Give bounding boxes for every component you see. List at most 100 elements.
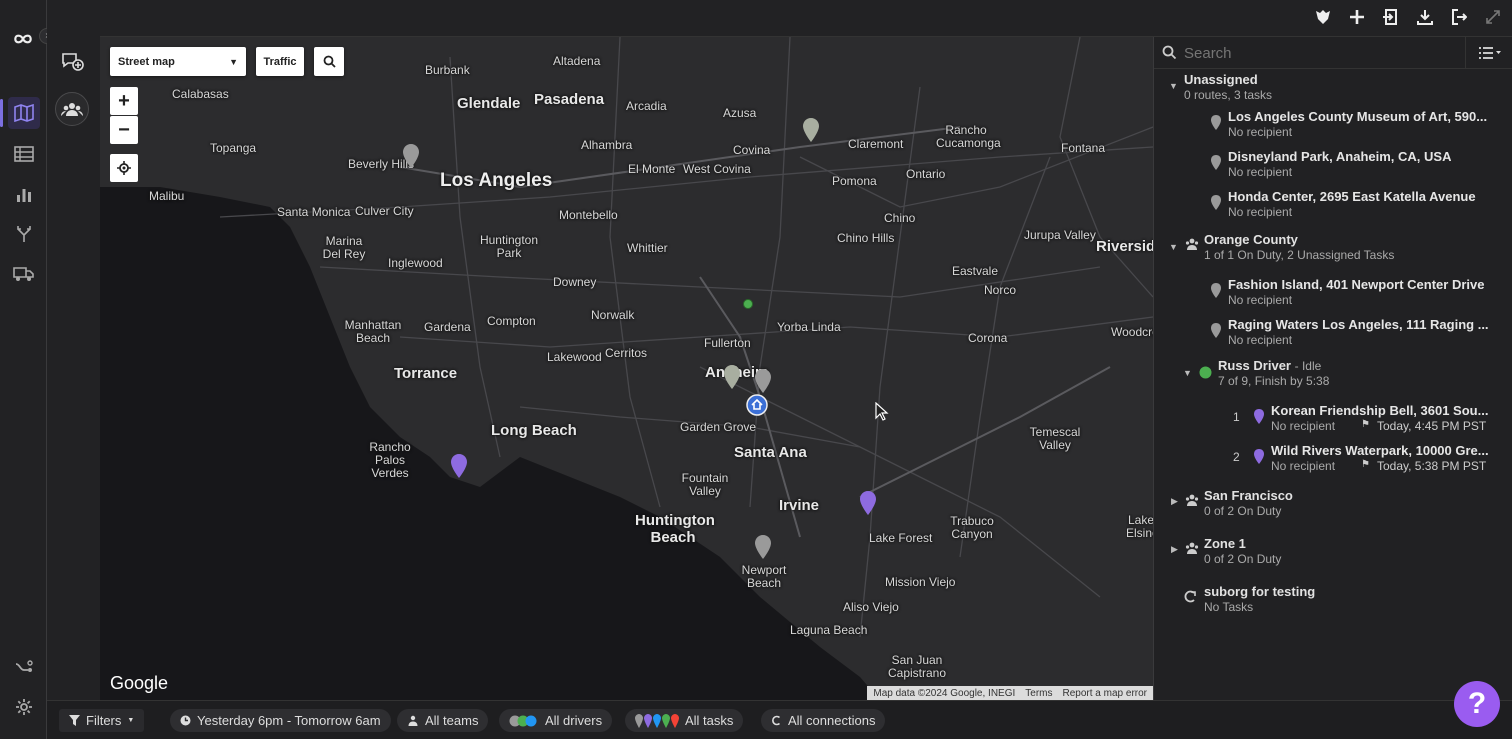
map-label: Rancho Cucamonga bbox=[936, 123, 1001, 151]
task-recipient: No recipient bbox=[1228, 333, 1293, 347]
collapse-caret-icon[interactable]: ▼ bbox=[1169, 242, 1178, 252]
map-label: Mission Viejo bbox=[885, 575, 956, 589]
report-map-error-link[interactable]: Report a map error bbox=[1063, 688, 1147, 699]
terms-link[interactable]: Terms bbox=[1025, 688, 1052, 699]
logo-icon[interactable] bbox=[10, 28, 38, 48]
teams-toggle-button[interactable] bbox=[55, 92, 89, 126]
clock-icon bbox=[180, 715, 191, 726]
drivers-chip[interactable]: All drivers bbox=[499, 709, 613, 732]
group-subtitle: 0 of 2 On Duty bbox=[1204, 504, 1282, 518]
map-label: Altadena bbox=[553, 54, 601, 68]
map-label: Pomona bbox=[832, 174, 877, 188]
drivers-status-icon bbox=[509, 715, 537, 726]
task-index: 1 bbox=[1233, 410, 1240, 424]
traffic-button[interactable]: Traffic bbox=[256, 47, 304, 76]
map-type-select[interactable]: Street map ▼ bbox=[110, 47, 246, 76]
driver-location-dot[interactable] bbox=[743, 299, 753, 309]
list-options-button[interactable] bbox=[1465, 37, 1512, 69]
home-depot-icon[interactable] bbox=[746, 394, 768, 416]
task-title: Korean Friendship Bell, 3601 Sou... bbox=[1271, 403, 1489, 418]
badge-icon[interactable] bbox=[1314, 8, 1332, 26]
map-label: Manhattan Beach bbox=[344, 318, 402, 346]
assigned-task-pin[interactable] bbox=[450, 453, 468, 479]
map-attribution: Map data ©2024 Google, INEGI Terms Repor… bbox=[867, 686, 1153, 700]
time-range-chip[interactable]: Yesterday 6pm - Tomorrow 6am bbox=[170, 709, 391, 732]
expand-icon[interactable] bbox=[1484, 8, 1502, 26]
task-eta: Today, 5:38 PM PST bbox=[1377, 459, 1487, 473]
map-label: Arcadia bbox=[626, 99, 667, 113]
map-label: Yorba Linda bbox=[777, 320, 841, 334]
map-label: Pasadena bbox=[534, 91, 605, 108]
tasks-chip[interactable]: All tasks bbox=[625, 709, 744, 732]
collapse-caret-icon[interactable]: ▼ bbox=[1169, 81, 1178, 91]
map-label: Huntington Park bbox=[479, 233, 539, 261]
analytics-icon bbox=[17, 189, 31, 202]
top-actions bbox=[1314, 8, 1502, 26]
add-icon[interactable] bbox=[1348, 8, 1366, 26]
group-title[interactable]: Zone 1 bbox=[1204, 536, 1246, 551]
team-icon bbox=[1185, 238, 1199, 250]
expand-caret-icon[interactable]: ▶ bbox=[1171, 544, 1178, 555]
collapse-caret-icon[interactable]: ▼ bbox=[1183, 368, 1192, 378]
group-title[interactable]: Unassigned bbox=[1184, 72, 1258, 87]
driver-row[interactable]: Russ Driver - Idle bbox=[1218, 358, 1321, 373]
nav-vehicles[interactable] bbox=[8, 258, 40, 290]
map-label: Santa Ana bbox=[734, 444, 807, 461]
map-search-button[interactable] bbox=[314, 47, 344, 76]
task-pin[interactable] bbox=[802, 117, 820, 143]
task-title: Honda Center, 2695 East Katella Avenue bbox=[1228, 189, 1476, 204]
settings-icon bbox=[16, 699, 32, 715]
nav-settings[interactable] bbox=[8, 691, 40, 723]
connections-label: All connections bbox=[788, 713, 876, 728]
map-label: Chino bbox=[884, 211, 916, 225]
zoom-out-button[interactable]: − bbox=[110, 116, 138, 144]
filter-icon bbox=[69, 715, 80, 726]
map-label: Burbank bbox=[425, 63, 470, 77]
map-icon bbox=[14, 104, 34, 122]
unassigned-task-pin[interactable] bbox=[754, 368, 772, 394]
map-canvas[interactable]: Altadena Burbank Glendale Pasadena Arcad… bbox=[100, 37, 1153, 700]
task-pin[interactable] bbox=[754, 534, 772, 560]
import-icon[interactable] bbox=[1382, 8, 1400, 26]
connection-icon bbox=[772, 715, 781, 726]
task-recipient: No recipient bbox=[1228, 293, 1293, 307]
task-eta: Today, 4:45 PM PST bbox=[1377, 419, 1487, 433]
help-button[interactable]: ? bbox=[1454, 681, 1500, 727]
nav-list[interactable] bbox=[8, 138, 40, 170]
map-label: Marina Del Rey bbox=[322, 234, 366, 262]
logout-icon[interactable] bbox=[1450, 8, 1468, 26]
connections-chip[interactable]: All connections bbox=[761, 709, 886, 732]
nav-integrations[interactable] bbox=[8, 651, 40, 683]
task-title: Los Angeles County Museum of Art, 590... bbox=[1228, 109, 1488, 124]
mouse-cursor-icon bbox=[875, 402, 889, 421]
locate-button[interactable] bbox=[110, 154, 138, 182]
integrations-icon bbox=[15, 660, 33, 672]
group-title[interactable]: San Francisco bbox=[1204, 488, 1293, 503]
map-label: Topanga bbox=[210, 141, 257, 155]
google-logo: Google bbox=[110, 673, 169, 693]
expand-caret-icon[interactable]: ▶ bbox=[1171, 496, 1178, 507]
search-input[interactable] bbox=[1184, 43, 1454, 63]
unassigned-task-pin[interactable] bbox=[402, 143, 420, 169]
panel-search bbox=[1154, 37, 1512, 69]
map-label: Inglewood bbox=[388, 256, 443, 270]
teams-chip[interactable]: All teams bbox=[397, 709, 489, 732]
group-title[interactable]: suborg for testing bbox=[1204, 584, 1315, 599]
zoom-in-button[interactable]: + bbox=[110, 87, 138, 115]
filters-button[interactable]: Filters ▼ bbox=[59, 709, 145, 732]
nav-analytics[interactable] bbox=[8, 178, 40, 210]
nav-routes[interactable] bbox=[8, 218, 40, 250]
task-pin-icon bbox=[1211, 115, 1221, 130]
download-icon[interactable] bbox=[1416, 8, 1434, 26]
group-title[interactable]: Orange County bbox=[1204, 232, 1298, 247]
left-nav: › bbox=[0, 0, 55, 739]
add-chat-button[interactable] bbox=[55, 44, 89, 78]
task-pin[interactable] bbox=[723, 364, 741, 390]
nav-map[interactable] bbox=[0, 97, 40, 129]
task-index: 2 bbox=[1233, 450, 1240, 464]
map-label: West Covina bbox=[683, 162, 751, 176]
assigned-task-pin[interactable] bbox=[859, 490, 877, 516]
map-label: Temescal Valley bbox=[1029, 425, 1081, 453]
truck-icon bbox=[13, 267, 34, 281]
task-pin-icon bbox=[1211, 195, 1221, 210]
